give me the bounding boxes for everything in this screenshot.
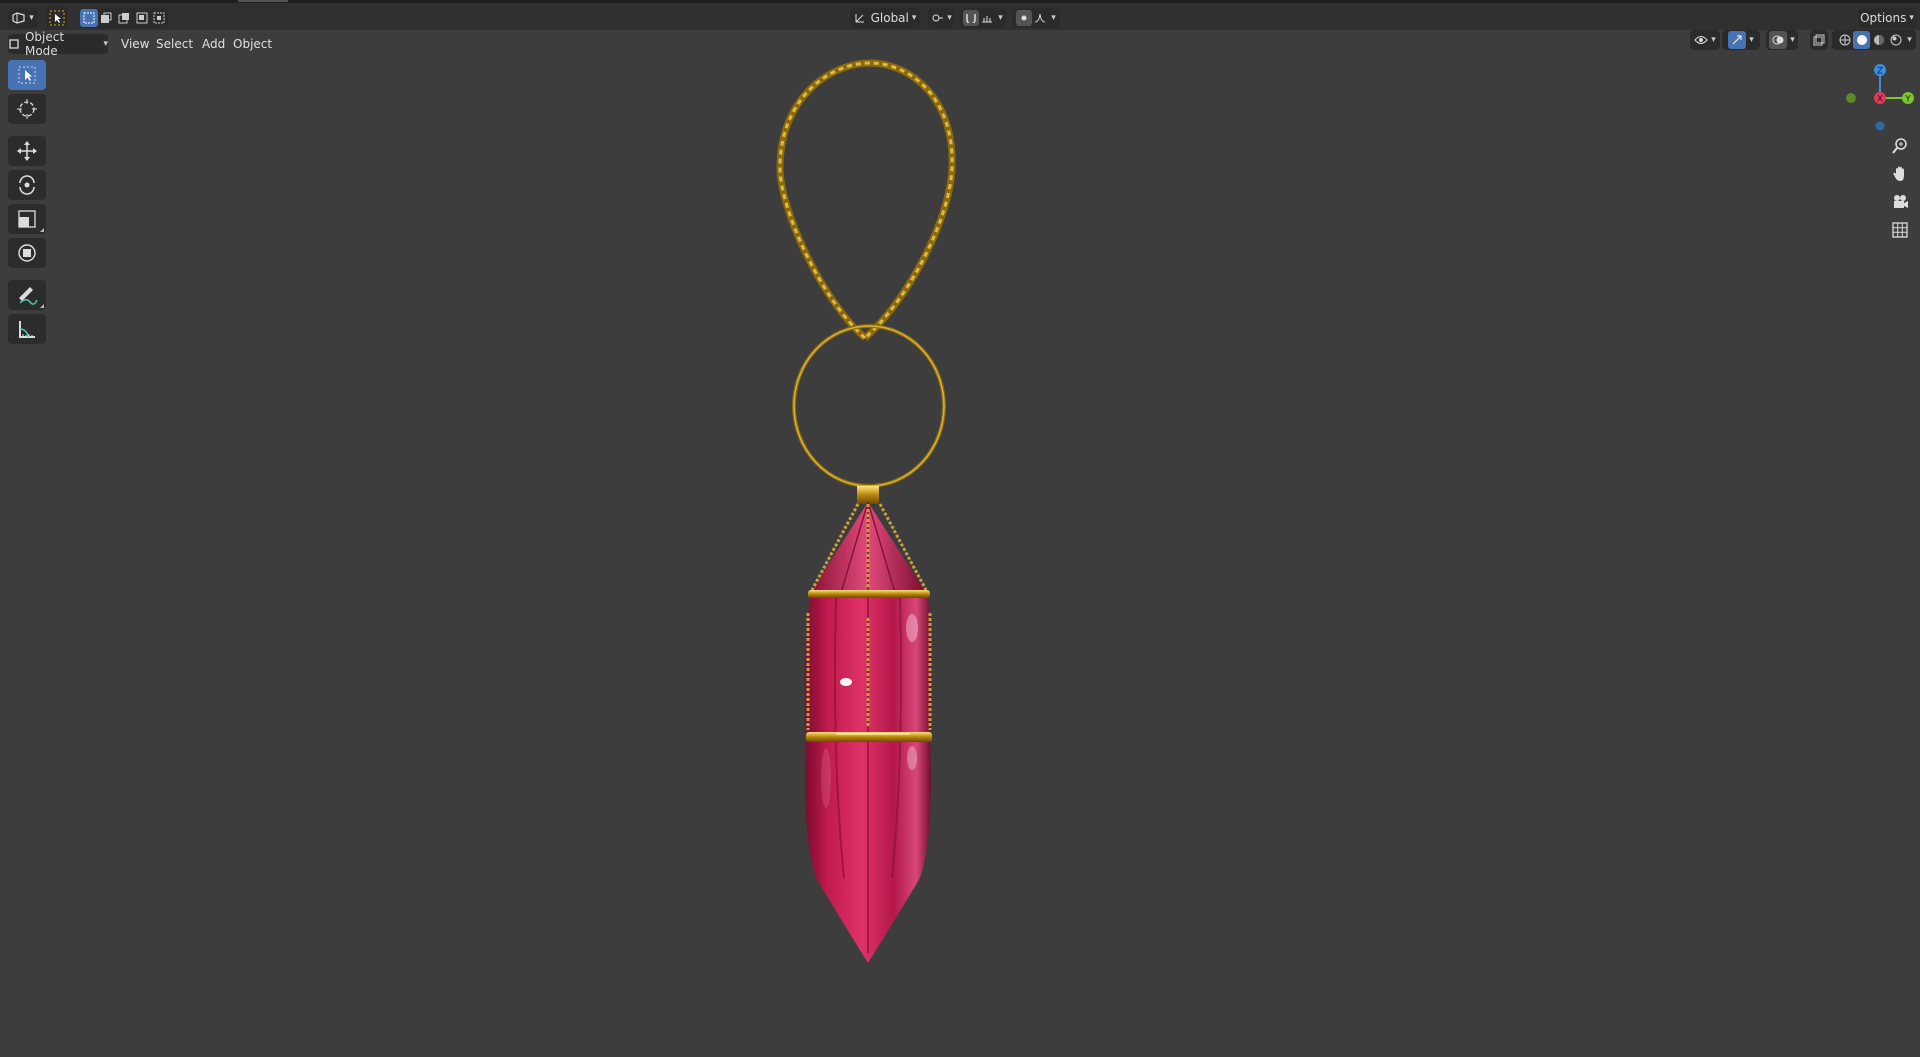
material-preview-icon[interactable] <box>1870 31 1887 49</box>
tool-transform[interactable] <box>8 238 46 268</box>
tool-rotate[interactable] <box>8 170 46 200</box>
selection-mode-group <box>80 8 168 28</box>
select-invert-icon[interactable] <box>133 9 151 27</box>
options-label: Options <box>1860 11 1907 25</box>
transform-icon <box>18 244 36 262</box>
annotate-pencil-icon <box>19 287 38 305</box>
overlays-group: ▾ <box>1766 30 1798 50</box>
chevron-down-icon: ▾ <box>29 13 34 23</box>
hand-pan-icon <box>1893 166 1904 181</box>
top-fitting <box>857 486 879 504</box>
tool-move[interactable] <box>8 136 46 166</box>
viewport-navigation <box>1886 134 1914 242</box>
pivot-point-dropdown[interactable]: ▾ <box>928 8 954 28</box>
rotate-icon <box>19 175 35 195</box>
perspective-toggle-button[interactable] <box>1886 218 1914 242</box>
header-bar: ▾ Global ▾ ▾ ▾ ▾ Options ▾ <box>0 0 1920 30</box>
chevron-down-icon: ▾ <box>911 13 917 23</box>
pan-button[interactable] <box>1886 162 1914 186</box>
tool-annotate[interactable] <box>8 280 46 310</box>
visibility-dropdown[interactable]: ▾ <box>1690 30 1720 50</box>
chevron-down-icon: ▾ <box>998 13 1003 23</box>
editor-type-button[interactable]: ▾ <box>8 8 38 28</box>
viewport-header: Object Mode ▾ <box>0 30 1920 58</box>
navigation-gizmo[interactable]: Z Y X <box>1840 60 1920 140</box>
orientation-icon <box>855 14 864 23</box>
snap-increment-icon[interactable] <box>979 10 995 26</box>
rendered-shading-icon[interactable] <box>1887 31 1904 49</box>
snap-toggle-icon[interactable] <box>963 10 980 26</box>
mode-dropdown[interactable]: Object Mode ▾ <box>8 30 108 58</box>
camera-view-button[interactable] <box>1886 190 1914 214</box>
gizmo-toggle-icon[interactable] <box>1728 31 1747 49</box>
tool-shelf <box>8 60 46 344</box>
menu-view[interactable]: View <box>116 34 154 54</box>
chevron-down-icon: ▾ <box>1790 35 1795 45</box>
eye-visibility-icon <box>1694 36 1708 44</box>
upper-rim <box>808 590 930 598</box>
pivot-icon <box>932 14 944 22</box>
select-extend-icon[interactable] <box>98 9 116 27</box>
select-mode-button[interactable] <box>46 7 68 29</box>
y-axis-label: Y <box>1904 95 1911 105</box>
chevron-down-icon: ▾ <box>1051 13 1056 23</box>
menu-add[interactable]: Add <box>197 34 230 54</box>
measure-ruler-icon <box>19 321 35 338</box>
neg-y-axis-handle[interactable] <box>1846 93 1856 103</box>
wireframe-shading-icon[interactable] <box>1836 31 1853 49</box>
xray-toggle[interactable] <box>1810 30 1828 50</box>
overlays-toggle-icon[interactable] <box>1769 31 1788 49</box>
chevron-down-icon: ▾ <box>1909 13 1914 23</box>
snapping-group: ▾ <box>960 8 1006 28</box>
tool-scale[interactable] <box>8 204 46 234</box>
object-mode-icon <box>9 39 19 49</box>
z-axis-label: Z <box>1877 67 1883 77</box>
workspace-tab-indicator <box>238 0 288 2</box>
mode-label: Object Mode <box>24 30 65 58</box>
camera-icon <box>1894 195 1908 208</box>
x-axis-label: X <box>1877 95 1883 105</box>
select-cursor-icon <box>18 66 36 84</box>
grid-perspective-icon <box>1892 222 1908 238</box>
falloff-curve-icon[interactable] <box>1032 10 1048 26</box>
magnifier-zoom-icon <box>1892 138 1907 154</box>
zoom-button[interactable] <box>1886 134 1914 158</box>
viewport-editor-icon <box>12 12 25 24</box>
3d-cursor-icon <box>17 99 37 119</box>
chevron-down-icon: ▾ <box>1907 35 1912 45</box>
select-subtract-icon[interactable] <box>115 9 133 27</box>
chevron-down-icon: ▾ <box>1749 35 1754 45</box>
chevron-down-icon: ▾ <box>103 39 108 49</box>
gizmo-toggle-group: ▾ <box>1722 30 1760 50</box>
chevron-down-icon: ▾ <box>1711 35 1716 45</box>
transform-orientation-label: Global <box>870 11 909 25</box>
shading-mode-group: ▾ <box>1832 30 1916 50</box>
tool-measure[interactable] <box>8 314 46 344</box>
neg-z-axis-handle[interactable] <box>1875 121 1885 131</box>
tool-cursor[interactable] <box>8 94 46 124</box>
tool-select-box[interactable] <box>8 60 46 90</box>
chevron-down-icon: ▾ <box>947 13 952 23</box>
solid-shading-icon[interactable] <box>1853 31 1871 49</box>
menu-select[interactable]: Select <box>151 34 198 54</box>
lantern-object[interactable] <box>740 58 1000 968</box>
hanging-ring <box>792 324 946 488</box>
select-cursor-icon <box>49 10 65 26</box>
transform-orientation-dropdown[interactable]: Global ▾ <box>850 8 920 28</box>
xray-icon <box>1813 34 1825 46</box>
proportional-edit-group: ▾ <box>1012 8 1060 28</box>
proportional-edit-icon[interactable] <box>1016 10 1033 26</box>
hanging-chain <box>776 59 956 341</box>
select-intersect-icon[interactable] <box>150 9 168 27</box>
move-arrows-icon <box>17 141 37 161</box>
options-dropdown[interactable]: Options ▾ <box>1858 8 1916 28</box>
menu-object[interactable]: Object <box>228 34 277 54</box>
select-new-icon[interactable] <box>80 9 98 27</box>
scale-icon <box>18 210 36 228</box>
